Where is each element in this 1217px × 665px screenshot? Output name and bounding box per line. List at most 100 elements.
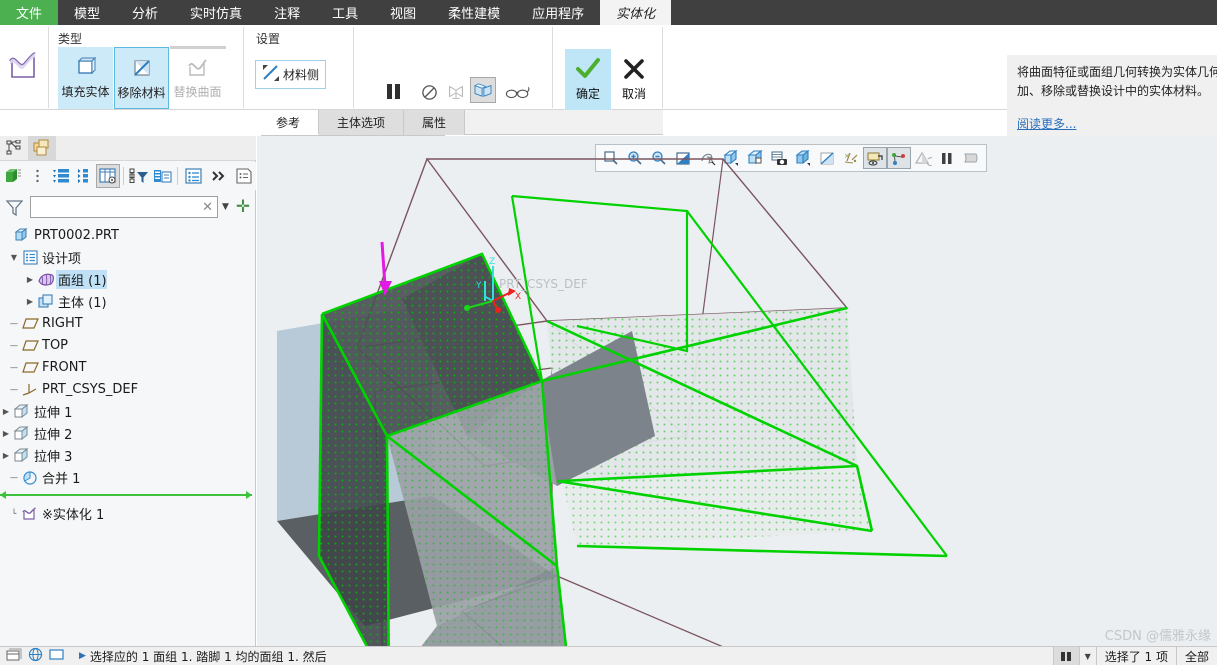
plus-icon[interactable]: ✛ bbox=[233, 197, 250, 217]
tree-columns-button[interactable] bbox=[96, 164, 121, 188]
tree-menu-button[interactable] bbox=[26, 164, 50, 188]
globe-icon[interactable] bbox=[28, 647, 43, 665]
chevron-down-icon[interactable]: ▼ bbox=[222, 202, 229, 212]
tree-row[interactable]: — RIGHT bbox=[0, 312, 256, 334]
layer-tree-tab[interactable] bbox=[28, 136, 56, 160]
tree-search-field[interactable] bbox=[35, 200, 199, 214]
tree-item-label: PRT_CSYS_DEF bbox=[42, 381, 139, 397]
menu-item-file[interactable]: 文件 bbox=[0, 0, 59, 25]
tree-row[interactable]: ▶ 主体 (1) bbox=[0, 290, 256, 312]
replace-surface-top-bar bbox=[170, 46, 226, 49]
tree-row-toggle[interactable]: ▶ bbox=[24, 297, 36, 306]
filter-dropdown-cell[interactable]: ▼ bbox=[1078, 647, 1096, 665]
menu-item-tools[interactable]: 工具 bbox=[316, 0, 374, 25]
tree-row[interactable]: ▶ 面组 (1) bbox=[0, 268, 256, 290]
tree-row[interactable]: PRT0002.PRT bbox=[0, 224, 256, 246]
tree-item-label: 拉伸 2 bbox=[34, 427, 73, 443]
tree-row[interactable]: ▼ 设计项 bbox=[0, 246, 256, 268]
cancel-button[interactable]: 取消 bbox=[611, 49, 657, 111]
status-message-area: ▶ 选择应的 1 面组 1. 踏脚 1 均的面组 1. 然后 bbox=[79, 648, 327, 665]
tree-row[interactable]: — PRT_CSYS_DEF bbox=[0, 378, 256, 400]
rectangle-select-icon[interactable] bbox=[49, 648, 65, 664]
menu-item-applications[interactable]: 应用程序 bbox=[516, 0, 600, 25]
tree-doc-button[interactable] bbox=[232, 164, 256, 188]
confirm-button[interactable]: 确定 bbox=[565, 49, 611, 111]
tree-row[interactable]: — FRONT bbox=[0, 356, 256, 378]
merge-icon bbox=[20, 470, 40, 485]
tree-filter-button[interactable] bbox=[127, 164, 151, 188]
tree-item-label: 合并 1 bbox=[42, 471, 81, 487]
replace-surface-icon bbox=[186, 53, 210, 81]
tree-item-label: TOP bbox=[42, 337, 69, 353]
ribbon-divider-3 bbox=[353, 27, 354, 108]
menu-item-model[interactable]: 模型 bbox=[58, 0, 116, 25]
tree-row[interactable]: ▶ 拉伸 3 bbox=[0, 444, 256, 466]
model-3d-render[interactable]: Z X Y PRT_CSYS_DEF bbox=[257, 136, 1217, 646]
menu-item-flexible-modeling[interactable]: 柔性建模 bbox=[432, 0, 516, 25]
tree-toolbar-divider-1 bbox=[123, 167, 125, 185]
tree-row-toggle[interactable]: ▶ bbox=[24, 275, 36, 284]
tree-settings-button[interactable] bbox=[151, 164, 175, 188]
chevron-double-right-icon bbox=[211, 171, 225, 181]
more-button[interactable] bbox=[205, 164, 233, 188]
main-menu-bar: 文件 模型 分析 实时仿真 注释 工具 视图 柔性建模 应用程序 实体化 bbox=[0, 0, 1217, 25]
menu-item-solidify[interactable]: 实体化 bbox=[600, 0, 672, 25]
tree-row[interactable]: ▶ 拉伸 1 bbox=[0, 400, 256, 422]
selection-filter-icon[interactable] bbox=[6, 648, 22, 665]
graphics-viewport[interactable]: × Z X Y PRT_CSYS_DEF CSDN @儒雅永缘 bbox=[257, 136, 1217, 646]
tree-item-label: 拉伸 1 bbox=[34, 405, 73, 421]
tab-body-options[interactable]: 主体选项 bbox=[319, 110, 405, 135]
material-side-button[interactable]: 材料侧 bbox=[255, 60, 327, 89]
model-tree-tab[interactable] bbox=[0, 136, 28, 160]
replace-surface-label: 替换曲面 bbox=[173, 85, 222, 99]
fill-solid-label: 填充实体 bbox=[61, 85, 110, 99]
remove-material-label: 移除材料 bbox=[117, 86, 166, 100]
replace-surface-button[interactable]: 替换曲面 bbox=[170, 47, 225, 109]
tab-properties[interactable]: 属性 bbox=[404, 110, 466, 135]
dashboard-tab-strip: 参考 主体选项 属性 bbox=[258, 110, 663, 135]
glasses-preview-button[interactable] bbox=[505, 79, 531, 105]
pause-preview-button[interactable] bbox=[379, 77, 407, 105]
no-preview-button[interactable] bbox=[416, 79, 442, 105]
tree-row[interactable]: — TOP bbox=[0, 334, 256, 356]
tree-row[interactable]: └ ※实体化 1 bbox=[0, 502, 256, 524]
tree-row-toggle[interactable]: ▼ bbox=[8, 253, 20, 262]
ribbon-divider-1 bbox=[48, 27, 49, 108]
glasses-icon bbox=[505, 86, 530, 99]
confirm-label: 确定 bbox=[575, 87, 600, 101]
menu-item-analysis[interactable]: 分析 bbox=[116, 0, 174, 25]
expand-all-button[interactable] bbox=[49, 164, 73, 188]
tree-search-input[interactable]: ✕ bbox=[30, 196, 218, 218]
axis-label-y: Y bbox=[475, 281, 482, 291]
datum-plane-icon bbox=[20, 361, 40, 373]
menu-item-realtime-sim[interactable]: 实时仿真 bbox=[174, 0, 258, 25]
collapse-all-button[interactable] bbox=[73, 164, 97, 188]
fill-solid-button[interactable]: 填充实体 bbox=[58, 47, 113, 109]
wireframe-preview-button[interactable] bbox=[443, 79, 469, 105]
menu-item-annotate[interactable]: 注释 bbox=[258, 0, 316, 25]
menu-item-view[interactable]: 视图 bbox=[374, 0, 432, 25]
tree-filter-row: ✕ ▼ ✛ bbox=[0, 192, 256, 222]
filter-scope-cell[interactable]: 全部 bbox=[1175, 647, 1217, 665]
tree-row[interactable]: — 合并 1 bbox=[0, 466, 256, 488]
read-more-link[interactable]: 阅读更多... bbox=[1017, 115, 1076, 132]
model-display-button[interactable] bbox=[2, 164, 26, 188]
smart-filter-cell[interactable] bbox=[1052, 647, 1079, 665]
chevron-down-icon[interactable]: ▼ bbox=[1085, 652, 1091, 661]
tree-row-toggle[interactable]: ▶ bbox=[0, 407, 12, 416]
clear-x-icon[interactable]: ✕ bbox=[198, 200, 213, 215]
remove-material-button[interactable]: 移除材料 bbox=[114, 47, 169, 109]
tree-list-button[interactable] bbox=[181, 164, 205, 188]
open-book-preview-button[interactable] bbox=[470, 77, 496, 103]
model-tree-panel: ✕ ▼ ✛ PRT0002.PRT ▼ 设计项 ▶ 面组 (1) ▶ 主体 (1… bbox=[0, 136, 256, 646]
axis-label-x: X bbox=[515, 292, 521, 302]
tree-row-toggle[interactable]: ▶ bbox=[0, 429, 12, 438]
group-title-type: 类型 bbox=[58, 32, 83, 46]
selection-count-cell: 选择了 1 项 bbox=[1095, 647, 1176, 665]
tree-branch-line: — bbox=[10, 340, 18, 350]
no-entry-icon bbox=[421, 84, 437, 100]
tab-references[interactable]: 参考 bbox=[258, 110, 320, 135]
insert-here-bar[interactable] bbox=[0, 491, 252, 499]
tree-row-toggle[interactable]: ▶ bbox=[0, 451, 12, 460]
tree-row[interactable]: ▶ 拉伸 2 bbox=[0, 422, 256, 444]
